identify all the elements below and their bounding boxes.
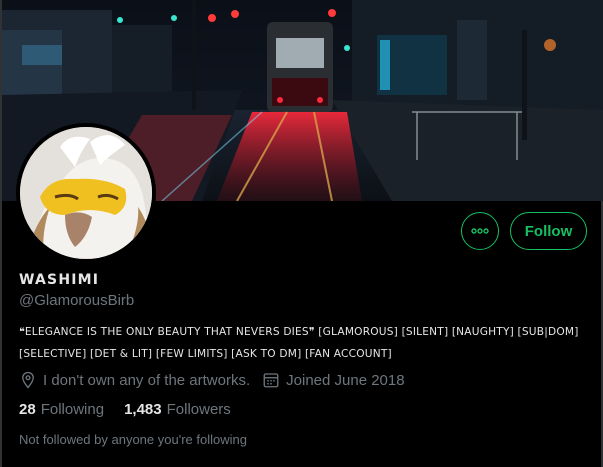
- following-label: Following: [40, 401, 105, 418]
- joined-item: Joined June 2018: [262, 371, 405, 389]
- followers-count: 1,483: [124, 401, 162, 418]
- followers-link[interactable]: 1,483 Followers: [124, 401, 231, 418]
- calendar-icon: [263, 373, 279, 388]
- follow-button[interactable]: Follow: [510, 212, 587, 250]
- display-name: WASHIMI: [19, 272, 100, 288]
- location-item: I don't own any of the artworks.: [19, 371, 250, 389]
- location-text: I don't own any of the artworks.: [43, 371, 251, 389]
- profile-page: Follow WASHIMI @GlamorousBirb ❝ELEGANCE …: [0, 0, 603, 467]
- avatar-bird-image: [20, 127, 152, 259]
- joined-date-text: Joined June 2018: [286, 371, 405, 389]
- avatar[interactable]: [16, 123, 156, 263]
- profile-bio: ❝ELEGANCE IS THE ONLY BEAUTY THAT NEVERS…: [19, 326, 579, 360]
- more-dots-icon: [471, 228, 489, 234]
- followers-label: Followers: [166, 401, 231, 418]
- user-handle: @GlamorousBirb: [19, 292, 135, 309]
- profile-meta: I don't own any of the artworks. Joined …: [19, 371, 417, 389]
- follow-counts: 28 Following 1,483 Followers: [19, 401, 251, 418]
- location-pin-icon: [22, 371, 34, 389]
- following-link[interactable]: 28 Following: [19, 401, 104, 418]
- following-count: 28: [19, 401, 36, 418]
- more-options-button[interactable]: [461, 212, 499, 250]
- followed-by-note: Not followed by anyone you're following: [19, 432, 247, 447]
